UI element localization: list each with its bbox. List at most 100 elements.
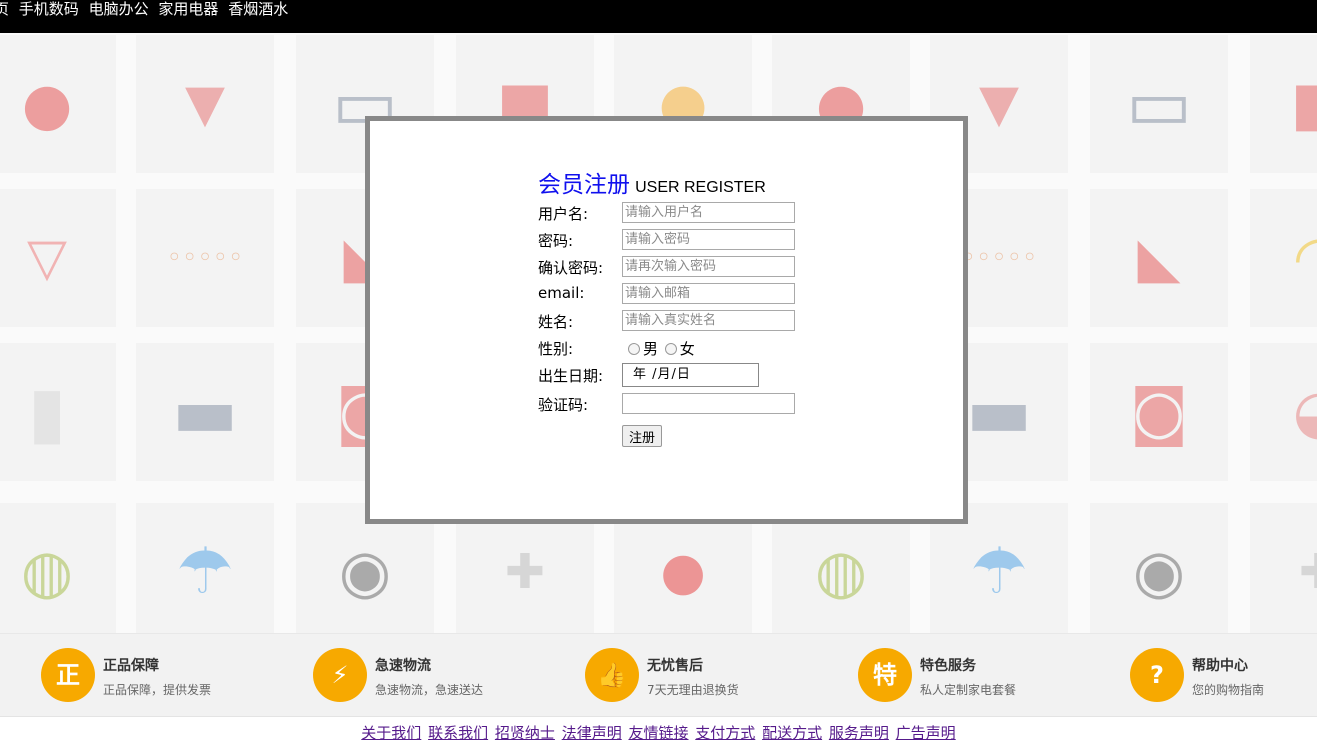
eggs-icon: ◦◦◦◦◦ — [166, 243, 244, 273]
gift-icon: ■ — [1291, 69, 1317, 139]
kiwi-icon: ◍ — [20, 537, 74, 607]
background-tile: ◍ — [0, 503, 116, 633]
gamepad-icon: ✚ — [1299, 544, 1317, 600]
feature-title: 无忧售后 — [647, 658, 703, 674]
register-form: 会员注册 USER REGISTER 用户名: 密码: 确认密码: email:… — [538, 165, 838, 447]
feature-delivery: ⚡ 急速物流 急速物流，急速送达 — [313, 648, 563, 704]
username-label: 用户名: — [538, 205, 589, 223]
feature-title: 急速物流 — [375, 658, 431, 674]
footer-link-careers[interactable]: 招贤纳士 — [495, 724, 555, 742]
feature-help-center: ? 帮助中心 您的购物指南 — [1130, 648, 1317, 704]
footer-link-friends[interactable]: 友情链接 — [628, 724, 688, 742]
register-title: 会员注册 USER REGISTER — [538, 165, 838, 199]
nav-item-computers[interactable]: 电脑办公 — [89, 0, 149, 18]
username-row: 用户名: — [538, 201, 838, 228]
footer-link-service[interactable]: 服务声明 — [829, 724, 889, 742]
help-icon: ? — [1130, 648, 1184, 702]
nav-items: 页 手机数码 电脑办公 家用电器 香烟酒水 — [0, 0, 293, 18]
feature-after-sales: 👍 无忧售后 7天无理由退换货 — [585, 648, 835, 704]
nav-item-appliances[interactable]: 家用电器 — [158, 0, 218, 18]
delivery-icon: ⚡ — [313, 648, 367, 702]
email-input[interactable] — [622, 283, 795, 304]
background-tile: ☂ — [136, 503, 274, 633]
register-title-en: USER REGISTER — [635, 179, 766, 196]
shield-icon: 正 — [41, 648, 95, 702]
confirm-password-row: 确认密码: — [538, 255, 838, 282]
laptop-icon: ▬ — [171, 371, 239, 453]
background-tile: ◦◦◦◦◦ — [136, 189, 274, 327]
gender-options: 男 女 — [626, 338, 695, 359]
feature-authentic: 正 正品保障 正品保障，提供发票 — [41, 648, 291, 704]
feature-desc: 正品保障，提供发票 — [103, 683, 212, 697]
register-title-cn: 会员注册 — [538, 172, 630, 198]
nav-item-liquor[interactable]: 香烟酒水 — [228, 0, 288, 18]
birthday-row: 出生日期: 年 /月/日 — [538, 363, 838, 392]
eggs-icon: ◦◦◦◦◦ — [960, 243, 1038, 273]
footer-link-ads[interactable]: 广告声明 — [896, 724, 956, 742]
footer-link-payment[interactable]: 支付方式 — [695, 724, 755, 742]
email-row: email: — [538, 282, 838, 309]
footer-link-shipping[interactable]: 配送方式 — [762, 724, 822, 742]
gamepad-icon: ✚ — [504, 544, 546, 600]
background-tile: ◠ — [1250, 189, 1317, 327]
gender-male-label: 男 — [643, 340, 659, 358]
submit-row: 注册 — [538, 419, 838, 447]
beach-ball-icon: ◕ — [1293, 377, 1317, 447]
special-icon: 特 — [858, 648, 912, 702]
name-row: 姓名: — [538, 309, 838, 336]
background-tile: ▬ — [136, 343, 274, 481]
background-tile: ◙ — [1090, 343, 1228, 481]
password-label: 密码: — [538, 232, 574, 250]
name-input[interactable] — [622, 310, 795, 331]
password-input[interactable] — [622, 229, 795, 250]
captcha-input[interactable] — [622, 393, 795, 414]
thumbs-up-icon: 👍 — [585, 648, 639, 702]
gender-male-radio[interactable] — [628, 343, 640, 355]
banana-icon: ◠ — [1293, 223, 1317, 293]
apple-icon: ● — [21, 70, 73, 138]
camera-icon: ◉ — [1132, 537, 1186, 607]
umbrella-icon: ☂ — [176, 535, 234, 609]
background-tile: ✚ — [1250, 503, 1317, 633]
footer-link-about[interactable]: 关于我们 — [361, 724, 421, 742]
ipod-icon: ◙ — [1129, 377, 1189, 447]
top-nav: 页 手机数码 电脑办公 家用电器 香烟酒水 — [0, 0, 1317, 33]
background-tile: ■ — [1250, 35, 1317, 173]
name-label: 姓名: — [538, 313, 574, 331]
feature-title: 正品保障 — [103, 658, 159, 674]
birthday-date-input[interactable]: 年 /月/日 — [622, 363, 759, 387]
background-tile: ◉ — [1090, 503, 1228, 633]
nav-item-phones[interactable]: 手机数码 — [19, 0, 79, 18]
feature-desc: 私人定制家电套餐 — [920, 683, 1017, 697]
background-tile: ◣ — [1090, 189, 1228, 327]
nav-item-home[interactable]: 页 — [0, 0, 9, 18]
confirm-password-input[interactable] — [622, 256, 795, 277]
gender-row: 性别: 男 女 — [538, 336, 838, 363]
kiwi-icon: ◍ — [814, 537, 868, 607]
birthday-label: 出生日期: — [538, 367, 604, 385]
register-modal: 会员注册 USER REGISTER 用户名: 密码: 确认密码: email:… — [365, 116, 968, 524]
register-button[interactable]: 注册 — [622, 425, 663, 447]
background-tile: ● — [0, 35, 116, 173]
username-input[interactable] — [622, 202, 795, 223]
feature-desc: 急速物流，急速送达 — [375, 683, 484, 697]
footer-link-legal[interactable]: 法律声明 — [562, 724, 622, 742]
background-tile: ▮ — [0, 343, 116, 481]
footer-link-contact[interactable]: 联系我们 — [428, 724, 488, 742]
gender-female-label: 女 — [679, 340, 695, 358]
popcorn-icon: ▼ — [185, 74, 225, 134]
confirm-password-label: 确认密码: — [538, 259, 604, 277]
captcha-row: 验证码: — [538, 392, 838, 419]
feature-title: 帮助中心 — [1192, 658, 1248, 674]
popcorn-icon: ▼ — [979, 74, 1019, 134]
sneaker-icon: ◣ — [1137, 225, 1181, 291]
monitor-icon: ▭ — [1125, 63, 1193, 145]
feature-title: 特色服务 — [920, 658, 976, 674]
background-tile: ▭ — [1090, 35, 1228, 173]
cherry-icon: ● — [660, 542, 706, 602]
feature-desc: 您的购物指南 — [1192, 683, 1265, 697]
features-strip: 正 正品保障 正品保障，提供发票 ⚡ 急速物流 急速物流，急速送达 👍 无忧售后… — [0, 633, 1317, 717]
milk-bottle-icon: ▮ — [27, 371, 67, 453]
gender-female-radio[interactable] — [664, 343, 677, 355]
background-tile: ▽ — [0, 189, 116, 327]
